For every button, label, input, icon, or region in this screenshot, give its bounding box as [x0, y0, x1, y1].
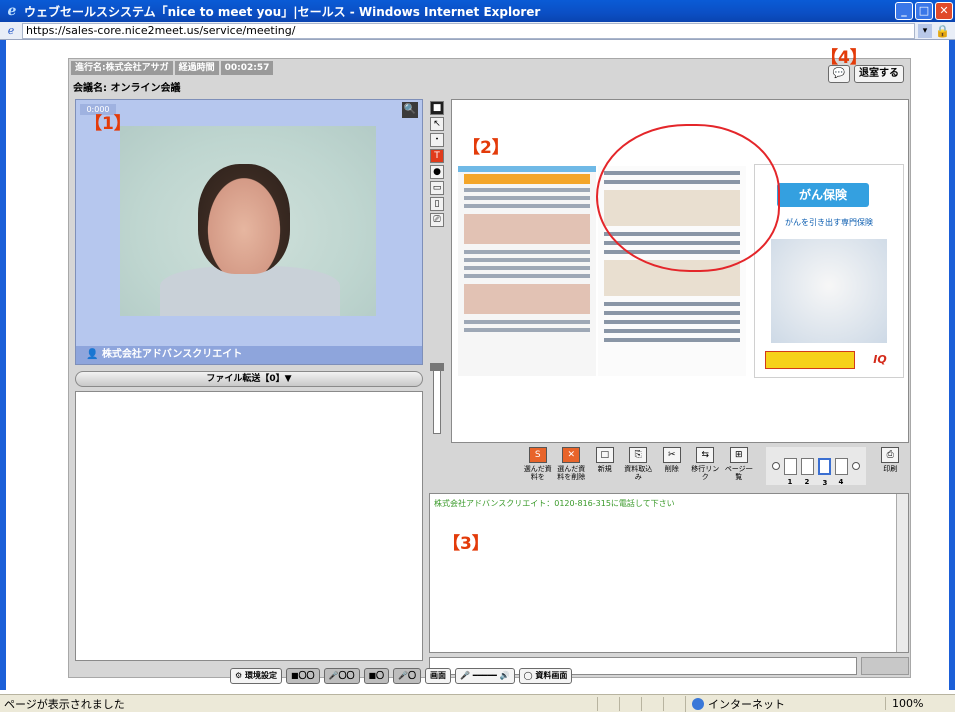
zoom-icon[interactable]: 🔍: [402, 102, 418, 118]
mic-toggle[interactable]: 🎤〇: [393, 668, 422, 684]
page-thumb-1[interactable]: 1: [783, 457, 797, 486]
elapsed-label: 経過時間: [174, 61, 219, 75]
address-bar: ℯ https://sales-core.nice2meet.us/servic…: [0, 22, 955, 40]
url-field[interactable]: https://sales-core.nice2meet.us/service/…: [22, 22, 915, 39]
app-body: 進行名:株式会社アサガ 経過時間 00:02:57 会議名: オンライン会議 💬…: [0, 40, 955, 690]
delete-doc-button[interactable]: ✕ 選んだ資料を削除: [557, 447, 587, 481]
chat-log: 株式会社アドバンスクリエイト：0120-816-315に電話して下さい: [429, 493, 909, 653]
page-thumb-3[interactable]: 3: [817, 457, 831, 487]
delete-doc-icon: ✕: [562, 447, 581, 463]
screen-button[interactable]: 画面: [425, 668, 452, 684]
camera-toggle[interactable]: ■〇: [363, 668, 390, 684]
print-button[interactable]: ⎙ 印刷: [876, 447, 906, 473]
prev-doc-icon: S: [528, 447, 547, 463]
info-bar: 進行名:株式会社アサガ 経過時間 00:02:57: [71, 61, 274, 75]
next-page-dot[interactable]: [851, 462, 860, 470]
right-edge: [949, 40, 955, 690]
link-button[interactable]: ⇆ 移行リンク: [691, 447, 721, 481]
close-button[interactable]: ✕: [935, 2, 953, 20]
send-button[interactable]: [861, 657, 909, 675]
tool-text[interactable]: T: [430, 149, 444, 163]
page-list-button[interactable]: ⊞ ページ一覧: [724, 447, 754, 481]
new-icon: □: [595, 447, 614, 463]
page-icon: ℯ: [7, 23, 15, 37]
security-zone: インターネット: [685, 695, 885, 712]
marker-3: 【3】: [443, 534, 489, 554]
dropdown-icon[interactable]: ▾: [918, 23, 932, 38]
participant-name: 👤 株式会社アドバンスクリエイト: [76, 346, 422, 364]
tool-color[interactable]: ■: [430, 101, 444, 115]
window-title: ウェブセールスシステム「nice to meet you」|セールス - Win…: [24, 4, 541, 19]
red-annotation-circle: [596, 124, 780, 272]
corner-mark: IQ: [873, 353, 887, 366]
delete-button[interactable]: ✂ 削除: [657, 447, 687, 473]
marker-2: 【2】: [463, 138, 509, 158]
prev-page-dot[interactable]: [771, 462, 780, 470]
elapsed-time: 00:02:57: [220, 61, 274, 75]
printer-icon: ⎙: [881, 447, 900, 463]
page-thumb-4[interactable]: 4: [834, 457, 848, 486]
lock-icon[interactable]: 🔒: [935, 24, 950, 38]
page-thumbnails: 1 2 3 4: [765, 447, 866, 487]
doc-page-1: [458, 166, 596, 376]
status-message: ページが表示されました: [4, 697, 125, 711]
volume-slider[interactable]: 🎤 ━━━━━ 🔊: [455, 668, 515, 684]
doc-badge: [765, 351, 855, 369]
participant-label: 株式会社アドバンスクリエイト: [101, 349, 243, 360]
import-button[interactable]: ⎘ 資料取込み: [624, 447, 654, 481]
settings-button[interactable]: ⚙ 環境設定: [230, 668, 282, 684]
globe-icon: [692, 697, 704, 710]
import-icon: ⎘: [629, 447, 648, 463]
page-toolbar: S 選んだ資料を ✕ 選んだ資料を削除 □ 新規 ⎘ 資料取込み ✂ 削除 ⇆ 移行リンク …: [523, 447, 909, 493]
camera-control[interactable]: ■〇〇: [285, 668, 320, 684]
av-controls: ⚙ 環境設定 ■〇〇 🎤〇〇 ■〇 🎤〇 画面 🎤 ━━━━━ 🔊 ◯ 資料画面: [230, 668, 573, 686]
link-icon: ⇆: [696, 447, 715, 463]
meeting-frame: 進行名:株式会社アサガ 経過時間 00:02:57 会議名: オンライン会議 💬…: [68, 48, 911, 678]
zoom-level[interactable]: 100%: [885, 697, 955, 710]
person-icon: 👤: [86, 349, 102, 360]
tool-circle[interactable]: ●: [430, 165, 444, 179]
zoom-slider[interactable]: [430, 363, 444, 434]
left-edge: [0, 40, 6, 690]
status-bar: ページが表示されました インターネット 100%: [0, 694, 955, 712]
document-viewer[interactable]: がん保険 がんを引き出す専門保険 IQ: [451, 99, 909, 443]
brand-subtitle: がんを引き出す専門保険: [785, 218, 873, 227]
mic-control[interactable]: 🎤〇〇: [323, 668, 360, 684]
chat-scrollbar[interactable]: [896, 494, 908, 652]
window-titlebar: ℯ ウェブセールスシステム「nice to meet you」|セールス - W…: [0, 0, 955, 22]
maximize-button[interactable]: □: [915, 2, 933, 20]
marker-4: 【4】: [821, 48, 867, 68]
meeting-name: 会議名: オンライン会議: [73, 83, 181, 94]
tool-dot[interactable]: ・: [430, 133, 444, 147]
video-panel: 0:000 🔍 👤 株式会社アドバンスクリエイト: [75, 99, 423, 365]
tool-rect[interactable]: ▭: [430, 181, 444, 195]
tool-erase[interactable]: ▯: [430, 197, 444, 211]
new-button[interactable]: □ 新規: [590, 447, 620, 473]
delete-icon: ✂: [662, 447, 681, 463]
chat-message: 株式会社アドバンスクリエイト：0120-816-315に電話して下さい: [434, 499, 675, 508]
minimize-button[interactable]: _: [895, 2, 913, 20]
tool-pointer[interactable]: ↖: [430, 117, 444, 131]
brand-logo: がん保険: [777, 183, 869, 207]
tool-clear[interactable]: ⎚: [430, 213, 444, 227]
material-screen-button[interactable]: ◯ 資料画面: [518, 668, 573, 684]
file-list: [75, 391, 423, 661]
grid-icon: ⊞: [729, 447, 748, 463]
video-feed: [120, 126, 376, 316]
doc-photo: [771, 239, 887, 343]
ie-logo-icon: ℯ: [7, 3, 17, 19]
page-thumb-2[interactable]: 2: [800, 457, 814, 486]
person-head: [198, 164, 290, 274]
slider-knob[interactable]: [430, 363, 444, 371]
prev-doc-button[interactable]: S 選んだ資料を: [523, 447, 553, 481]
info-chip: 進行名:株式会社アサガ: [71, 61, 173, 75]
file-transfer-bar[interactable]: ファイル転送【0】▼: [75, 371, 423, 387]
marker-1: 【1】: [85, 114, 131, 134]
